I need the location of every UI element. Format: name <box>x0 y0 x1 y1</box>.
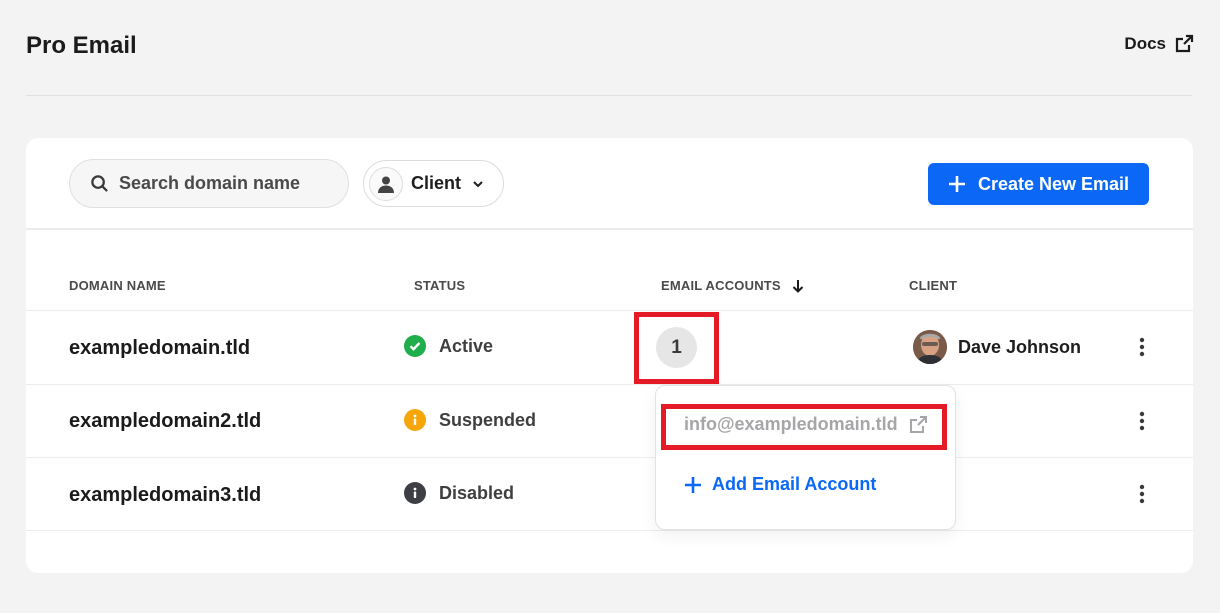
docs-label: Docs <box>1124 34 1166 53</box>
client-filter-label: Client <box>411 173 462 193</box>
plus-icon <box>685 476 701 493</box>
page-title: Pro Email <box>26 32 137 59</box>
more-vertical-icon <box>1139 411 1145 431</box>
client-filter-dropdown[interactable]: Client <box>363 160 504 207</box>
domain-name[interactable]: exampledomain2.tld <box>69 410 261 433</box>
create-new-email-label: Create New Email <box>977 173 1130 194</box>
row-actions-button[interactable] <box>1131 409 1153 433</box>
email-count-badge[interactable]: 1 <box>656 327 697 368</box>
domain-name[interactable]: exampledomain3.tld <box>69 484 261 507</box>
toolbar: Client Create New Email <box>26 138 1193 230</box>
add-email-account-button[interactable]: Add Email Account <box>684 474 876 495</box>
arrow-down-icon <box>792 279 804 293</box>
add-email-account-label: Add Email Account <box>712 474 877 494</box>
email-domains-card: Client Create New Email DOMAIN NAME STAT… <box>26 138 1193 573</box>
status-label: Active <box>439 335 494 356</box>
header-divider <box>26 95 1192 96</box>
column-header-domain[interactable]: DOMAIN NAME <box>69 278 166 293</box>
docs-link[interactable]: Docs <box>1124 34 1194 54</box>
avatar <box>913 330 947 364</box>
external-link-icon <box>1175 34 1194 53</box>
email-accounts-popover: info@exampledomain.tld Add Email Account <box>655 385 956 530</box>
client-cell: Dave Johnson <box>913 330 1081 364</box>
user-icon <box>369 166 403 201</box>
row-actions-button[interactable] <box>1131 482 1153 506</box>
row-divider <box>26 457 1193 458</box>
column-header-client[interactable]: CLIENT <box>909 278 957 293</box>
search-box[interactable] <box>69 159 349 208</box>
search-icon <box>91 175 108 192</box>
check-circle-icon <box>404 335 426 357</box>
info-circle-icon <box>404 409 426 431</box>
chevron-down-icon <box>473 180 483 187</box>
row-divider <box>26 530 1193 531</box>
more-vertical-icon <box>1139 337 1145 357</box>
status-cell: Disabled <box>404 482 514 504</box>
row-divider <box>26 310 1193 311</box>
create-new-email-button[interactable]: Create New Email <box>928 163 1149 205</box>
search-input[interactable] <box>119 173 329 194</box>
external-link-icon <box>909 415 927 433</box>
status-label: Disabled <box>439 482 515 503</box>
status-cell: Suspended <box>404 409 536 431</box>
email-address: info@exampledomain.tld <box>684 414 898 434</box>
status-cell: Active <box>404 335 493 357</box>
row-actions-button[interactable] <box>1131 335 1153 359</box>
row-divider <box>26 384 1193 385</box>
domain-name[interactable]: exampledomain.tld <box>69 337 250 360</box>
client-name: Dave Johnson <box>958 336 1082 357</box>
column-header-status[interactable]: STATUS <box>414 278 465 293</box>
status-label: Suspended <box>439 409 537 430</box>
info-circle-icon <box>404 482 426 504</box>
plus-icon <box>948 176 965 192</box>
more-vertical-icon <box>1139 484 1145 504</box>
email-account-link[interactable]: info@exampledomain.tld <box>684 414 928 435</box>
column-header-email-accounts[interactable]: EMAIL ACCOUNTS <box>661 278 805 293</box>
